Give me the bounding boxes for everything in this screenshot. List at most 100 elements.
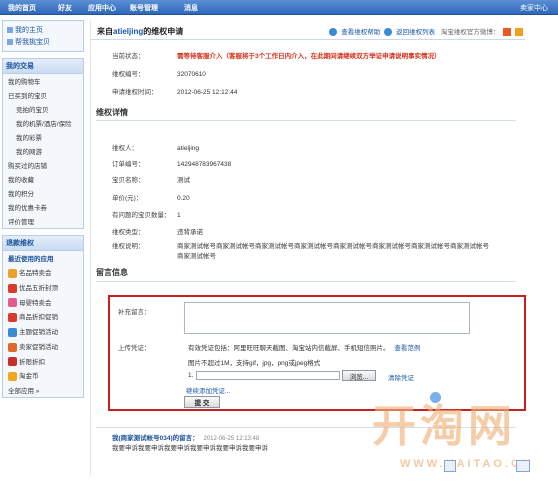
status-value: 需等待客服介入（客服将于3个工作日内介入，在此期间请继续双方举证申请说明事实情况… xyxy=(177,53,441,60)
file-index: 1. xyxy=(188,372,193,379)
app-icon xyxy=(8,372,17,382)
page-title: 来自atieljing的维权申请 xyxy=(97,26,183,37)
app-icon xyxy=(8,357,17,367)
app-icon xyxy=(8,327,17,337)
sidebar-top-links: 我的主页 帮我挑宝贝 xyxy=(2,20,84,52)
seller-center-link[interactable]: 卖家中心 xyxy=(520,3,548,13)
top-nav: 我的首页 好友 应用中心 账号管理 消息 卖家中心 xyxy=(0,0,558,15)
detail-value[interactable]: 测试 xyxy=(177,177,190,184)
sidebar-trade-box: 我的交易 我的购物车 已买到的宝贝 竞拍的宝贝 我的机票/酒店/保险 我的彩票 我的网游购… xyxy=(2,58,84,229)
detail-key: 维权类型： xyxy=(112,229,145,236)
app-label: 主题促销活动 xyxy=(19,329,58,337)
sidebar-my-home[interactable]: 我的主页 xyxy=(15,27,43,34)
app-label: 名品特卖会 xyxy=(19,270,52,277)
detail-key: 单价(元)： xyxy=(112,195,143,202)
nav-tab-home[interactable]: 我的首页 xyxy=(8,3,36,13)
sidebar-item-app[interactable]: 淘金币 xyxy=(3,368,83,383)
complaint-no-label: 维权编号： xyxy=(112,71,145,78)
complaint-no-row: 维权编号： 32070610 xyxy=(112,68,206,78)
sidebar-item-trade[interactable]: 我的优惠卡券 xyxy=(3,200,83,214)
add-more-evidence: 继续添加凭证... xyxy=(186,385,230,395)
sidebar-item-trade[interactable]: 我的积分 xyxy=(3,186,83,200)
sidebar-item-app[interactable]: 名品特卖会 xyxy=(3,265,83,280)
rss-icon[interactable] xyxy=(515,28,523,37)
sidebar-item-app[interactable]: 商品折扣促销 xyxy=(3,309,83,324)
app-icon xyxy=(8,268,17,278)
message-author: 我(商家测试帐号034)的留言： xyxy=(112,435,199,442)
message-textarea[interactable] xyxy=(184,302,470,334)
help-icon xyxy=(329,28,338,37)
app-icon xyxy=(8,298,17,308)
nav-tab-messages[interactable]: 消息 xyxy=(184,3,198,13)
detail-value: 商家测试帐号 xyxy=(177,253,216,260)
detail-section-title: 维权详情 xyxy=(96,108,128,117)
sidebar-recent-apps-title: 最近使用的应用 xyxy=(8,256,54,263)
pick-icon xyxy=(7,39,13,46)
sidebar-item-trade[interactable]: 我的网游 xyxy=(3,144,83,158)
message-section-title: 留言信息 xyxy=(96,268,128,277)
app-label: 母婴特卖会 xyxy=(19,299,52,307)
sidebar-item-trade[interactable]: 已买到的宝贝 xyxy=(3,88,83,102)
detail-value[interactable]: atieljing xyxy=(177,145,199,152)
app-label: 淘金币 xyxy=(19,373,39,381)
sidebar-apps-list: 名品特卖会优品五折封顶 母婴特卖会商品折扣促销主题促销活动卖家促销活动折限折扣淘金… xyxy=(3,265,83,383)
detail-key: 维权人： xyxy=(112,145,138,152)
sidebar-item-trade[interactable]: 我的购物车 xyxy=(3,74,83,88)
title-suffix: 的维权申请 xyxy=(143,27,184,36)
back-icon xyxy=(384,28,393,37)
sidebar-refund-title[interactable]: 退款维权 xyxy=(3,236,83,251)
complaint-time-row: 申请维权时间： 2012-06-25 12:12:44 xyxy=(112,86,237,96)
title-prefix: 来自 xyxy=(97,27,113,36)
browse-button[interactable]: 浏览... xyxy=(342,370,376,381)
detail-row: 维权人： atieljing xyxy=(112,142,199,152)
weibo-icon[interactable] xyxy=(503,28,512,37)
sidebar-item-trade[interactable]: 评价管理 xyxy=(3,214,83,228)
sidebar-item-trade[interactable]: 我的机票/酒店/保险 xyxy=(3,116,83,130)
help-link[interactable]: 查看维权帮助 xyxy=(341,29,380,36)
nav-tab-account[interactable]: 账号管理 xyxy=(130,3,158,13)
bottom-left-icon[interactable] xyxy=(444,460,456,472)
app-label: 折限折扣 xyxy=(19,358,45,366)
back-to-list-link[interactable]: 返回维权列表 xyxy=(396,29,435,36)
bottom-right-icon[interactable] xyxy=(516,460,530,472)
message-content-row: 我要申诉我要申诉我要申诉我要申诉我要申诉我要申诉 xyxy=(112,442,268,452)
app-icon xyxy=(8,342,17,352)
detail-divider xyxy=(96,120,516,121)
sidebar-all-apps[interactable]: 全部应用 » xyxy=(3,383,83,397)
sidebar: 我的主页 帮我挑宝贝 我的交易 我的购物车 已买到的宝贝 竞拍的宝贝 我的机票/酒店/… xyxy=(2,20,84,404)
app-label: 优品五折封顶 xyxy=(19,284,58,292)
sidebar-item-trade[interactable]: 竞拍的宝贝 xyxy=(3,102,83,116)
sidebar-item-trade[interactable]: 我的收藏 xyxy=(3,172,83,186)
detail-key: 宝贝名称： xyxy=(112,177,145,184)
add-message-label: 补充留言： xyxy=(118,306,183,316)
sidebar-item-app[interactable]: 优品五折封顶 xyxy=(3,280,83,295)
header-links: 查看维权帮助 返回维权列表 淘宝维权官方微博： xyxy=(327,26,523,37)
sidebar-item-trade[interactable]: 购买过的店铺 xyxy=(3,158,83,172)
nav-tab-apps[interactable]: 应用中心 xyxy=(88,3,116,13)
app-icon xyxy=(8,313,17,323)
title-user-link[interactable]: atieljing xyxy=(113,27,143,36)
file-path-input[interactable] xyxy=(196,371,340,380)
detail-value[interactable]: 142948783967438 xyxy=(177,161,231,168)
nav-tab-friends[interactable]: 好友 xyxy=(58,3,72,13)
sidebar-trade-list: 我的购物车 已买到的宝贝 竞拍的宝贝 我的机票/酒店/保险 我的彩票 我的网游 购买过的店铺… xyxy=(3,74,83,228)
message-divider xyxy=(96,281,516,282)
add-more-evidence-link[interactable]: 继续添加凭证... xyxy=(186,388,230,395)
detail-row: 商家测试帐号 xyxy=(112,250,216,260)
detail-row: 维权类型： 违背承诺 xyxy=(112,226,203,236)
sidebar-trade-title[interactable]: 我的交易 xyxy=(3,59,83,74)
sidebar-item-app[interactable]: 卖家促销活动 xyxy=(3,339,83,354)
complaint-time-value: 2012-06-25 12:12:44 xyxy=(177,89,238,96)
upload-hint-text: 有效凭证包括：阿里旺旺聊天截图、淘宝站内信截屏、手机短信照片。 xyxy=(188,345,390,352)
detail-value: 0.20 xyxy=(177,195,190,202)
view-example-link[interactable]: 查看范例 xyxy=(394,345,420,352)
sidebar-item-app[interactable]: 折限折扣 xyxy=(3,354,83,369)
sidebar-item-trade[interactable]: 我的彩票 xyxy=(3,130,83,144)
detail-value: 违背承诺 xyxy=(177,229,203,236)
sidebar-item-app[interactable]: 母婴特卖会 xyxy=(3,295,83,310)
sidebar-item-app[interactable]: 主题促销活动 xyxy=(3,324,83,339)
submit-button[interactable]: 提 交 xyxy=(184,396,220,408)
complaint-time-label: 申请维权时间： xyxy=(112,89,158,96)
sidebar-pick-items[interactable]: 帮我挑宝贝 xyxy=(15,39,50,46)
clear-evidence-link[interactable]: 清除凭证 xyxy=(388,375,414,382)
